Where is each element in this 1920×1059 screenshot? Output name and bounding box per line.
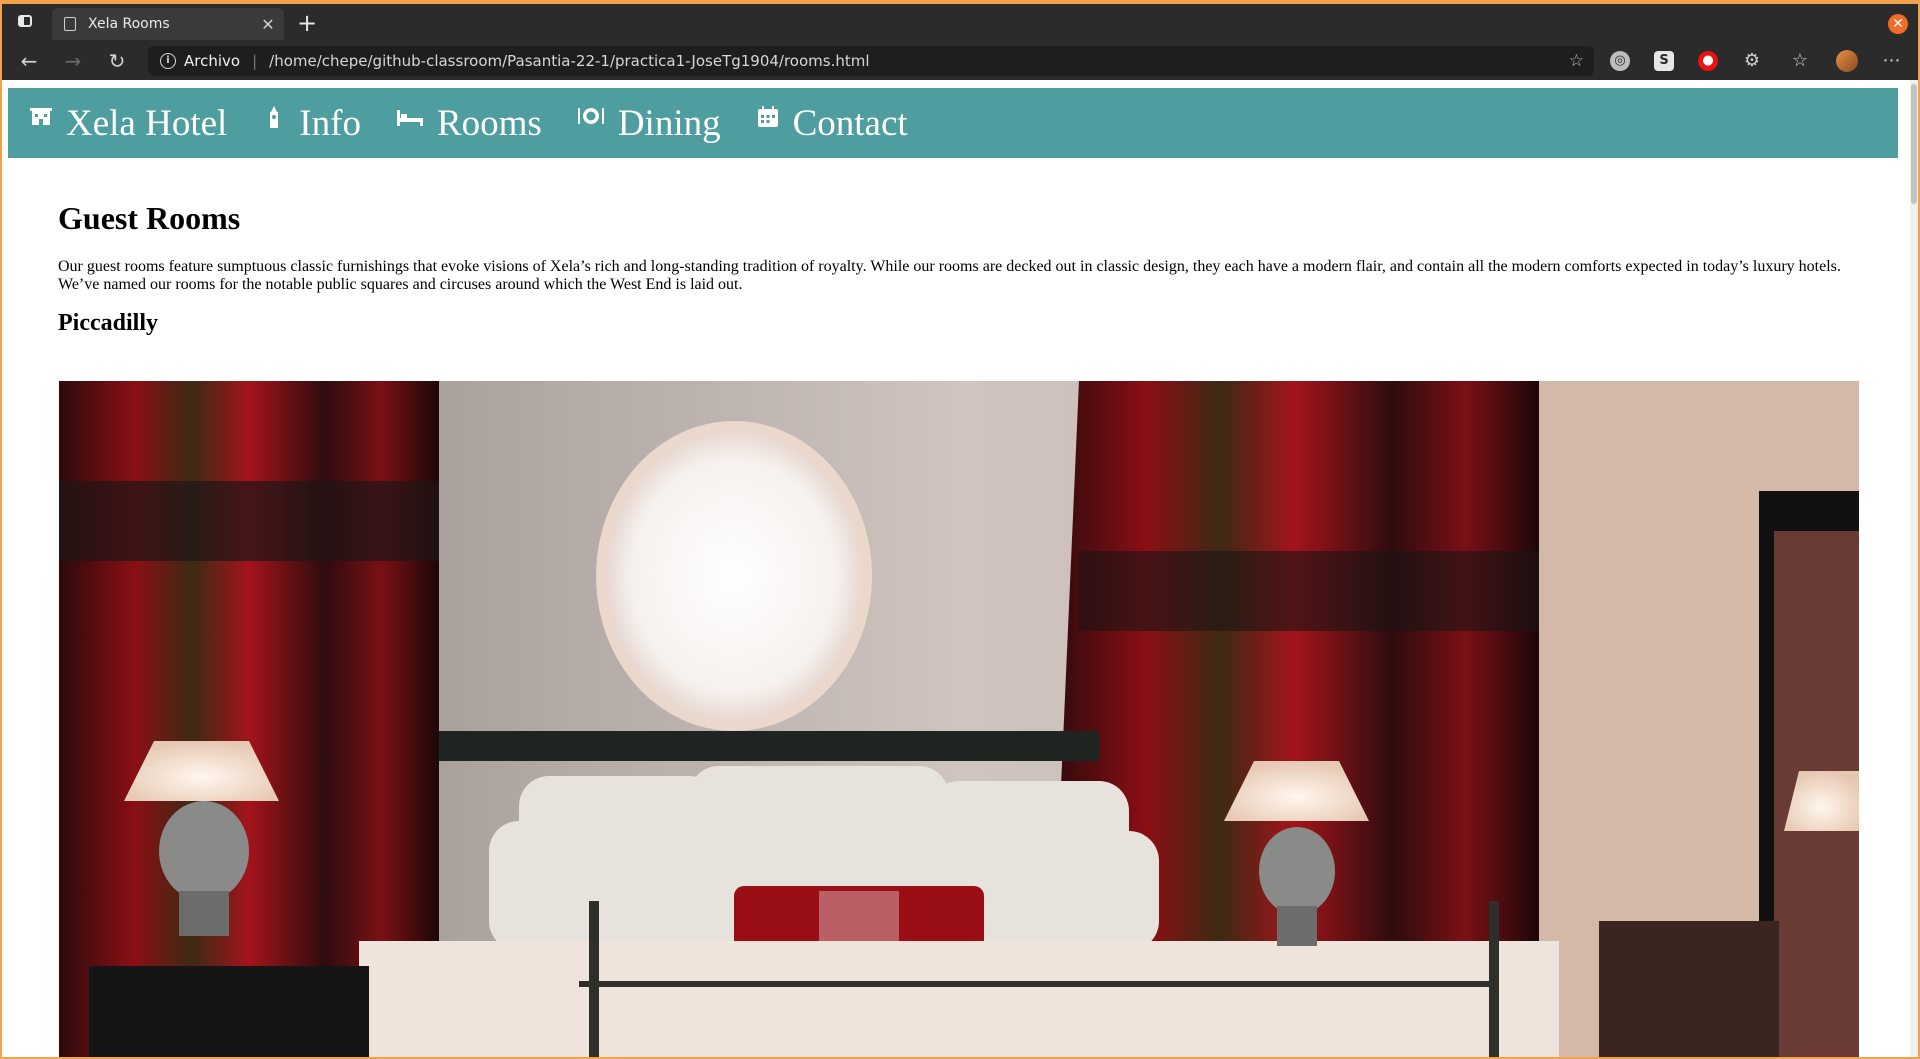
url-scheme-label: Archivo [184, 52, 241, 70]
page-scrollbar[interactable] [1910, 80, 1918, 1057]
intro-paragraph: Our guest rooms feature sumptuous classi… [58, 258, 1841, 293]
extensions-icon[interactable]: ⚙ [1742, 51, 1762, 71]
room-photo-illustration [59, 381, 1859, 1057]
nav-label: Xela Hotel [66, 102, 228, 144]
extension-shield-icon[interactable]: ◎ [1610, 51, 1630, 71]
active-tab[interactable]: Xela Rooms ✕ [52, 8, 284, 40]
nav-item-dining[interactable]: Dining [577, 102, 721, 145]
more-menu-icon[interactable]: ⋯ [1882, 51, 1902, 71]
extension-red-icon[interactable]: ● [1698, 51, 1718, 71]
forward-icon[interactable]: → [60, 48, 86, 74]
nav-label: Rooms [436, 102, 542, 144]
nav-label: Contact [792, 102, 908, 144]
url-text[interactable]: /home/chepe/github-classroom/Pasantia-22… [269, 52, 869, 70]
back-icon[interactable]: ← [16, 48, 42, 74]
calendar-icon [757, 106, 778, 127]
window-close-icon[interactable]: ✕ [1888, 14, 1908, 34]
site-navigation: Xela Hotel Info Rooms Dining Contact [8, 88, 1898, 158]
nav-item-info[interactable]: Info [263, 102, 361, 145]
info-icon[interactable]: i [160, 53, 176, 69]
url-separator: | [252, 52, 258, 70]
tab-title: Xela Rooms [88, 16, 170, 32]
address-bar[interactable]: i Archivo | /home/chepe/github-classroom… [148, 46, 1594, 76]
add-favorite-icon[interactable]: ☆ [1569, 51, 1584, 71]
browser-toolbar: ← → ↻ i Archivo | /home/chepe/github-cla… [2, 42, 1918, 80]
page-title: Guest Rooms [58, 200, 241, 236]
page-viewport: Xela Hotel Info Rooms Dining Contact Gue… [2, 80, 1910, 1057]
nav-item-home[interactable]: Xela Hotel [30, 102, 227, 145]
bed-icon [396, 110, 423, 126]
new-tab-icon[interactable]: + [294, 10, 320, 36]
landmark-icon [270, 106, 279, 128]
sidebar-toggle-icon[interactable] [14, 14, 36, 32]
nav-item-contact[interactable]: Contact [757, 102, 908, 145]
extension-s-icon[interactable]: S [1654, 51, 1674, 71]
room-heading: Piccadilly [58, 310, 158, 336]
room-photo [59, 381, 1859, 1057]
dining-icon [577, 108, 604, 124]
close-tab-icon[interactable]: ✕ [258, 15, 278, 34]
page-icon [64, 17, 76, 31]
nav-item-rooms[interactable]: Rooms [396, 102, 542, 145]
reload-icon[interactable]: ↻ [104, 48, 130, 74]
browser-window: Xela Rooms ✕ + ✕ ← → ↻ i Archivo | /home… [2, 2, 1918, 1057]
nav-label: Dining [617, 102, 721, 144]
scrollbar-thumb[interactable] [1911, 84, 1917, 204]
tab-strip: Xela Rooms ✕ + ✕ [2, 2, 1918, 42]
favorites-icon[interactable]: ☆ [1790, 51, 1810, 71]
hotel-icon [30, 108, 52, 125]
nav-label: Info [299, 102, 361, 144]
profile-avatar-icon[interactable] [1836, 50, 1858, 72]
main-content: Guest Rooms Our guest rooms feature sump… [58, 190, 1862, 352]
